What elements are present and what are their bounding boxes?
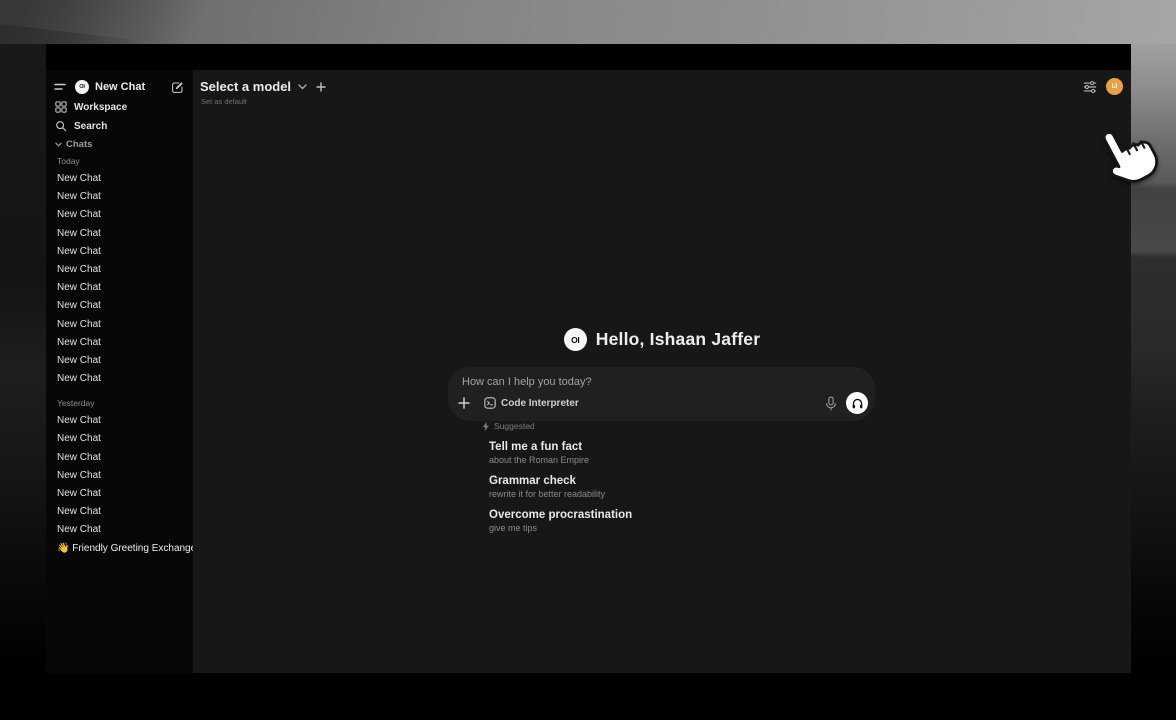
suggested-prompts: Suggested Tell me a fun fact about the R…	[482, 420, 882, 542]
chat-list-item-named[interactable]: 👋 Friendly Greeting Exchange	[46, 540, 193, 558]
suggested-prompt-subtitle: rewrite it for better readability	[489, 488, 882, 500]
sliders-icon	[1083, 80, 1097, 94]
chat-list-item[interactable]: New Chat	[46, 261, 193, 279]
sidebar-item-search[interactable]: Search	[46, 118, 193, 134]
message-composer[interactable]: How can I help you today? Code Interpret…	[448, 367, 875, 421]
chat-list-item[interactable]: New Chat	[46, 412, 193, 430]
window-top-bar	[46, 44, 1131, 70]
microphone-icon	[825, 396, 837, 411]
suggested-prompt-subtitle: about the Roman Empire	[489, 454, 882, 466]
suggested-prompt[interactable]: Overcome procrastination give me tips	[489, 508, 882, 534]
message-input[interactable]: How can I help you today?	[462, 376, 592, 388]
chevron-down-icon	[55, 142, 62, 147]
chat-list-item[interactable]: New Chat	[46, 206, 193, 224]
desktop-background-left	[0, 44, 46, 672]
set-as-default-link[interactable]: Set as default	[201, 97, 247, 106]
chat-list-item[interactable]: New Chat	[46, 370, 193, 388]
chat-date-group: Yesterday	[46, 396, 193, 410]
add-model-icon[interactable]	[316, 82, 326, 92]
suggested-prompt[interactable]: Grammar check rewrite it for better read…	[489, 474, 882, 500]
search-icon	[55, 120, 67, 132]
code-interpreter-label: Code Interpreter	[501, 398, 579, 409]
chat-list-item[interactable]: New Chat	[46, 449, 193, 467]
app-logo-icon: OI	[75, 80, 89, 94]
search-label: Search	[74, 121, 107, 132]
edit-pencil-icon	[171, 81, 184, 94]
code-interpreter-icon	[484, 397, 496, 409]
chat-list-item[interactable]: New Chat	[46, 352, 193, 370]
greeting-text: Hello, Ishaan Jaffer	[596, 329, 760, 350]
headphones-icon	[851, 397, 864, 410]
composer-toolbar: Code Interpreter	[448, 392, 875, 414]
sidebar-item-workspace[interactable]: Workspace	[46, 99, 193, 115]
screen: OI New Chat Workspace	[0, 0, 1176, 720]
sidebar-title: New Chat	[95, 81, 145, 93]
app-logo-icon: OI	[564, 328, 587, 351]
voice-call-button[interactable]	[846, 392, 868, 414]
grid-icon	[55, 101, 67, 113]
chat-list-item[interactable]: New Chat	[46, 485, 193, 503]
chat-list-item[interactable]: New Chat	[46, 188, 193, 206]
chat-list: Today New ChatNew ChatNew ChatNew ChatNe…	[46, 154, 193, 558]
chat-list-item[interactable]: New Chat	[46, 170, 193, 188]
attach-button[interactable]	[458, 397, 470, 409]
plus-icon	[458, 397, 470, 409]
chat-list-item[interactable]: New Chat	[46, 521, 193, 539]
chat-list-item[interactable]: New Chat	[46, 243, 193, 261]
chevron-down-icon	[298, 84, 307, 90]
header-actions: IJ	[1083, 78, 1123, 95]
chat-list-item[interactable]: New Chat	[46, 316, 193, 334]
suggested-prompt[interactable]: Tell me a fun fact about the Roman Empir…	[489, 440, 882, 466]
model-selector[interactable]: Select a model	[200, 79, 326, 94]
model-selector-label: Select a model	[200, 79, 291, 94]
user-avatar[interactable]: IJ	[1106, 78, 1123, 95]
suggested-prompt-title: Overcome procrastination	[489, 508, 882, 522]
bolt-icon	[482, 422, 490, 431]
sidebar-header: OI New Chat	[46, 78, 193, 96]
chat-list-item[interactable]: New Chat	[46, 297, 193, 315]
chat-date-group: Today	[46, 154, 193, 168]
chat-list-item[interactable]: New Chat	[46, 430, 193, 448]
chat-list-item[interactable]: New Chat	[46, 467, 193, 485]
desktop-background-right	[1131, 44, 1176, 672]
suggested-label: Suggested	[494, 421, 535, 431]
suggested-prompt-title: Grammar check	[489, 474, 882, 488]
chats-section-label: Chats	[66, 139, 92, 150]
chat-list-item[interactable]: New Chat	[46, 225, 193, 243]
suggested-header: Suggested	[482, 420, 882, 432]
menu-icon	[54, 82, 66, 92]
chats-section-toggle[interactable]: Chats	[46, 139, 92, 150]
chat-list-item[interactable]: New Chat	[46, 279, 193, 297]
chat-list-item[interactable]: New Chat	[46, 503, 193, 521]
voice-input-button[interactable]	[825, 396, 837, 411]
sidebar-toggle-button[interactable]	[46, 82, 75, 92]
main-panel: Select a model Set as default	[193, 70, 1131, 673]
app-window: OI New Chat Workspace	[46, 44, 1131, 673]
new-chat-button[interactable]	[171, 81, 184, 94]
chat-list-item[interactable]: New Chat	[46, 334, 193, 352]
sidebar: OI New Chat Workspace	[46, 70, 193, 673]
workspace-label: Workspace	[74, 102, 127, 113]
suggested-prompt-subtitle: give me tips	[489, 522, 882, 534]
suggested-prompt-title: Tell me a fun fact	[489, 440, 882, 454]
controls-button[interactable]	[1083, 80, 1097, 94]
code-interpreter-toggle[interactable]: Code Interpreter	[484, 397, 579, 409]
greeting: OI Hello, Ishaan Jaffer	[193, 328, 1131, 351]
